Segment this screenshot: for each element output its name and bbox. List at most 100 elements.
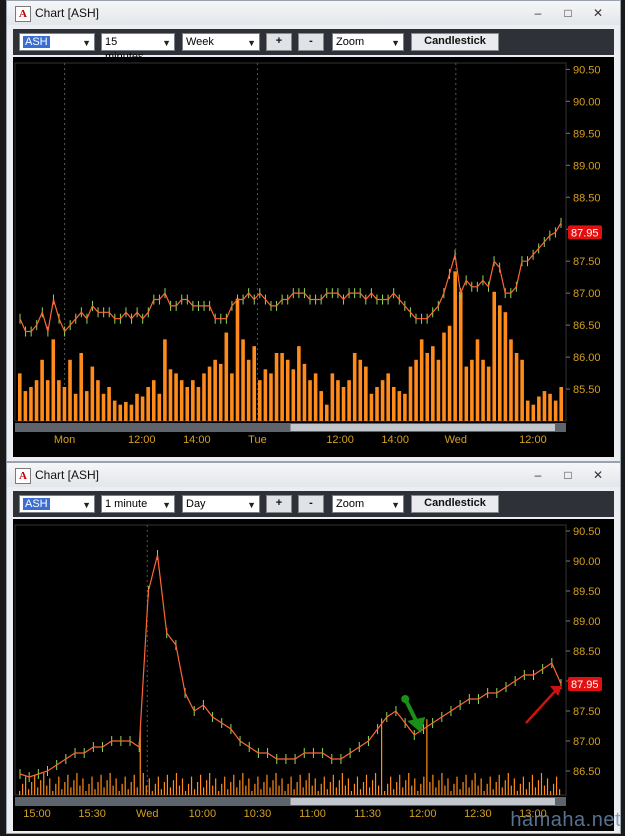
- volume-bar: [157, 776, 159, 795]
- y-tick-label: 90.50: [573, 526, 601, 538]
- scrollbar-thumb: [290, 424, 555, 431]
- volume-bar: [148, 778, 150, 795]
- y-tick-label: 87.00: [573, 288, 601, 300]
- volume-bar: [29, 386, 33, 421]
- range-select[interactable]: Week ▼: [182, 33, 260, 51]
- volume-bar: [140, 396, 145, 421]
- volume-bar: [79, 352, 83, 421]
- mode-select[interactable]: Zoom ▼: [332, 495, 404, 513]
- volume-bar: [291, 369, 296, 421]
- volume-bar: [61, 789, 63, 795]
- minimize-button[interactable]: ‒: [524, 465, 552, 483]
- symbol-value: ASH: [23, 498, 50, 510]
- title-bar[interactable]: A Chart [ASH] ‒ □ ✕: [7, 463, 620, 487]
- zoom-out-button[interactable]: -: [298, 33, 324, 51]
- volume-bar: [447, 778, 449, 795]
- volume-bar: [326, 789, 328, 795]
- volume-bar: [371, 780, 374, 795]
- volume-bar: [174, 373, 178, 421]
- range-select[interactable]: Day ▼: [182, 495, 260, 513]
- volume-bar: [458, 291, 463, 421]
- volume-bar: [397, 391, 402, 421]
- interval-select[interactable]: 1 minute ▼: [101, 495, 175, 513]
- volume-bar: [82, 778, 84, 795]
- candlestick-chart[interactable]: 90.5090.0089.5089.0088.5088.0087.5087.00…: [13, 57, 616, 457]
- volume-bar: [368, 787, 371, 795]
- volume-bar: [558, 789, 561, 795]
- volume-bar: [96, 380, 100, 421]
- volume-bar: [293, 789, 295, 795]
- volume-bar: [425, 352, 430, 421]
- minimize-button[interactable]: ‒: [524, 3, 552, 21]
- price-chart-area[interactable]: 90.5090.0089.5089.0088.5088.0087.5087.00…: [13, 57, 614, 457]
- volume-bar: [341, 773, 343, 795]
- volume-bar: [336, 380, 340, 421]
- volume-bar: [393, 789, 395, 795]
- chart-style-button[interactable]: Candlestick: [411, 495, 499, 513]
- volume-bar: [124, 401, 128, 421]
- y-tick-label: 88.50: [573, 646, 601, 658]
- volume-bar: [465, 774, 467, 795]
- close-button[interactable]: ✕: [584, 3, 612, 21]
- x-tick-label: 12:30: [464, 808, 492, 820]
- volume-bar: [179, 380, 184, 421]
- volume-bar: [31, 782, 33, 795]
- volume-bar: [230, 373, 234, 421]
- volume-bar: [330, 373, 335, 421]
- interval-select[interactable]: 15 minutes▼: [101, 33, 175, 63]
- volume-bar: [352, 352, 357, 421]
- close-button[interactable]: ✕: [584, 465, 612, 483]
- y-tick-label: 90.00: [573, 96, 601, 108]
- volume-bar: [531, 404, 536, 421]
- volume-bar: [522, 776, 524, 795]
- volume-bar: [70, 787, 72, 795]
- chart-style-button[interactable]: Candlestick: [411, 33, 499, 51]
- volume-bar: [58, 776, 60, 795]
- zoom-out-button[interactable]: -: [298, 495, 324, 513]
- line-chart[interactable]: 90.5090.0089.5089.0088.5088.0087.5087.00…: [13, 519, 616, 831]
- volume-bar: [423, 776, 425, 795]
- volume-bar: [314, 778, 316, 795]
- volume-bar: [106, 780, 108, 795]
- volume-bar: [540, 773, 543, 795]
- volume-bar: [112, 785, 114, 795]
- volume-bar: [470, 359, 474, 421]
- volume-bar: [324, 404, 329, 421]
- volume-bar: [103, 787, 105, 795]
- window-title: Chart [ASH]: [35, 468, 100, 482]
- zoom-in-button[interactable]: +: [266, 495, 292, 513]
- symbol-select[interactable]: ASH ▼: [19, 495, 95, 513]
- volume-bar: [43, 773, 45, 795]
- volume-bar: [218, 363, 223, 421]
- volume-bar: [34, 774, 36, 795]
- price-chart-area[interactable]: 90.5090.0089.5089.0088.5088.0087.5087.00…: [13, 519, 614, 831]
- volume-bar: [254, 783, 256, 795]
- volume-bar: [444, 785, 446, 795]
- volume-bar: [332, 774, 334, 795]
- volume-bar: [492, 789, 494, 795]
- symbol-select[interactable]: ASH ▼: [19, 33, 95, 51]
- volume-bar: [230, 782, 232, 795]
- volume-bar: [135, 393, 139, 421]
- volume-bar: [414, 359, 418, 421]
- range-value: Day: [186, 498, 206, 510]
- volume-bar: [94, 789, 96, 795]
- volume-bar: [481, 359, 485, 421]
- mode-select[interactable]: Zoom ▼: [332, 33, 404, 51]
- volume-bar: [118, 791, 120, 795]
- chevron-down-icon: ▼: [247, 38, 256, 48]
- volume-bar: [414, 778, 416, 795]
- x-tick-label: 12:00: [519, 434, 547, 446]
- maximize-button[interactable]: □: [554, 465, 582, 483]
- volume-bar: [486, 366, 491, 421]
- volume-bar: [471, 780, 473, 795]
- x-tick-label: Wed: [136, 808, 158, 820]
- volume-bar: [263, 782, 265, 795]
- maximize-button[interactable]: □: [554, 3, 582, 21]
- title-bar[interactable]: A Chart [ASH] ‒ □ ✕: [7, 1, 620, 25]
- volume-bar: [213, 359, 217, 421]
- volume-bar: [22, 783, 24, 795]
- app-logo-icon: A: [15, 468, 31, 484]
- volume-bar: [504, 780, 506, 795]
- zoom-in-button[interactable]: +: [266, 33, 292, 51]
